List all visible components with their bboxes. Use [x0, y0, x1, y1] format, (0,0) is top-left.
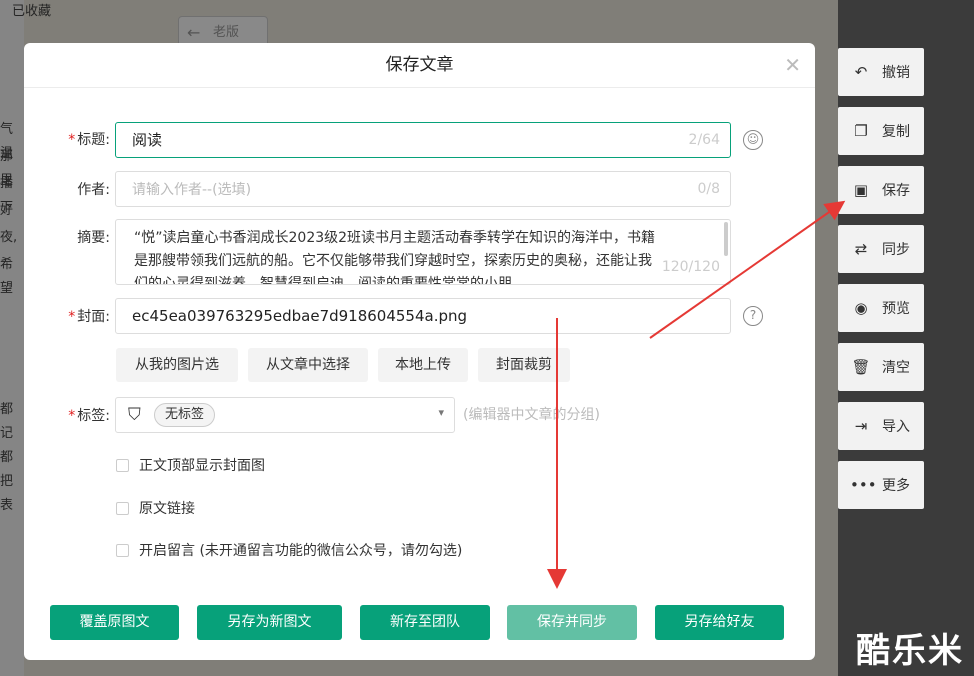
annotation-arrows — [547, 200, 846, 589]
arrow-to-save — [649, 200, 846, 339]
